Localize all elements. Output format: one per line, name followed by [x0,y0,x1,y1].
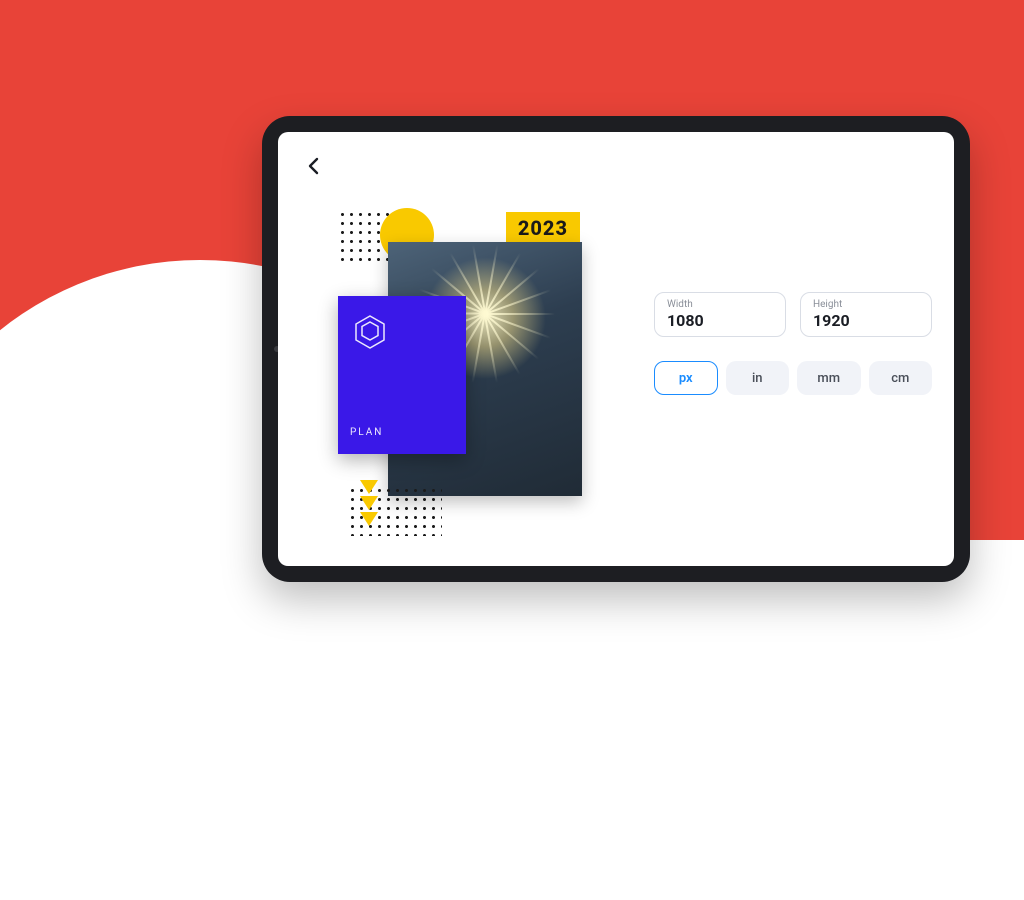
height-label: Height [813,299,919,310]
document-preview: 2023 [324,204,592,544]
unit-selector: pxinmmcm [654,361,932,395]
back-button[interactable] [302,154,326,178]
blue-overlay-card: PLAN [338,296,466,454]
width-value: 1080 [667,311,773,330]
unit-button-cm[interactable]: cm [869,361,933,395]
unit-button-px[interactable]: px [654,361,718,395]
hexagon-logo-icon [350,312,390,356]
height-input[interactable]: Height 1920 [800,292,932,337]
width-label: Width [667,299,773,310]
height-value: 1920 [813,311,919,330]
blue-card-label: PLAN [350,427,454,438]
sparkler-burst [485,313,486,314]
width-input[interactable]: Width 1080 [654,292,786,337]
chevron-left-icon [307,157,321,175]
dimension-controls: Width 1080 Height 1920 pxinmmcm [654,292,932,395]
unit-button-in[interactable]: in [726,361,790,395]
app-screen: 2023 [278,132,954,566]
yellow-triangle-accents [360,480,378,526]
year-badge: 2023 [506,212,580,244]
unit-button-mm[interactable]: mm [797,361,861,395]
tablet-frame: 2023 [262,116,970,582]
